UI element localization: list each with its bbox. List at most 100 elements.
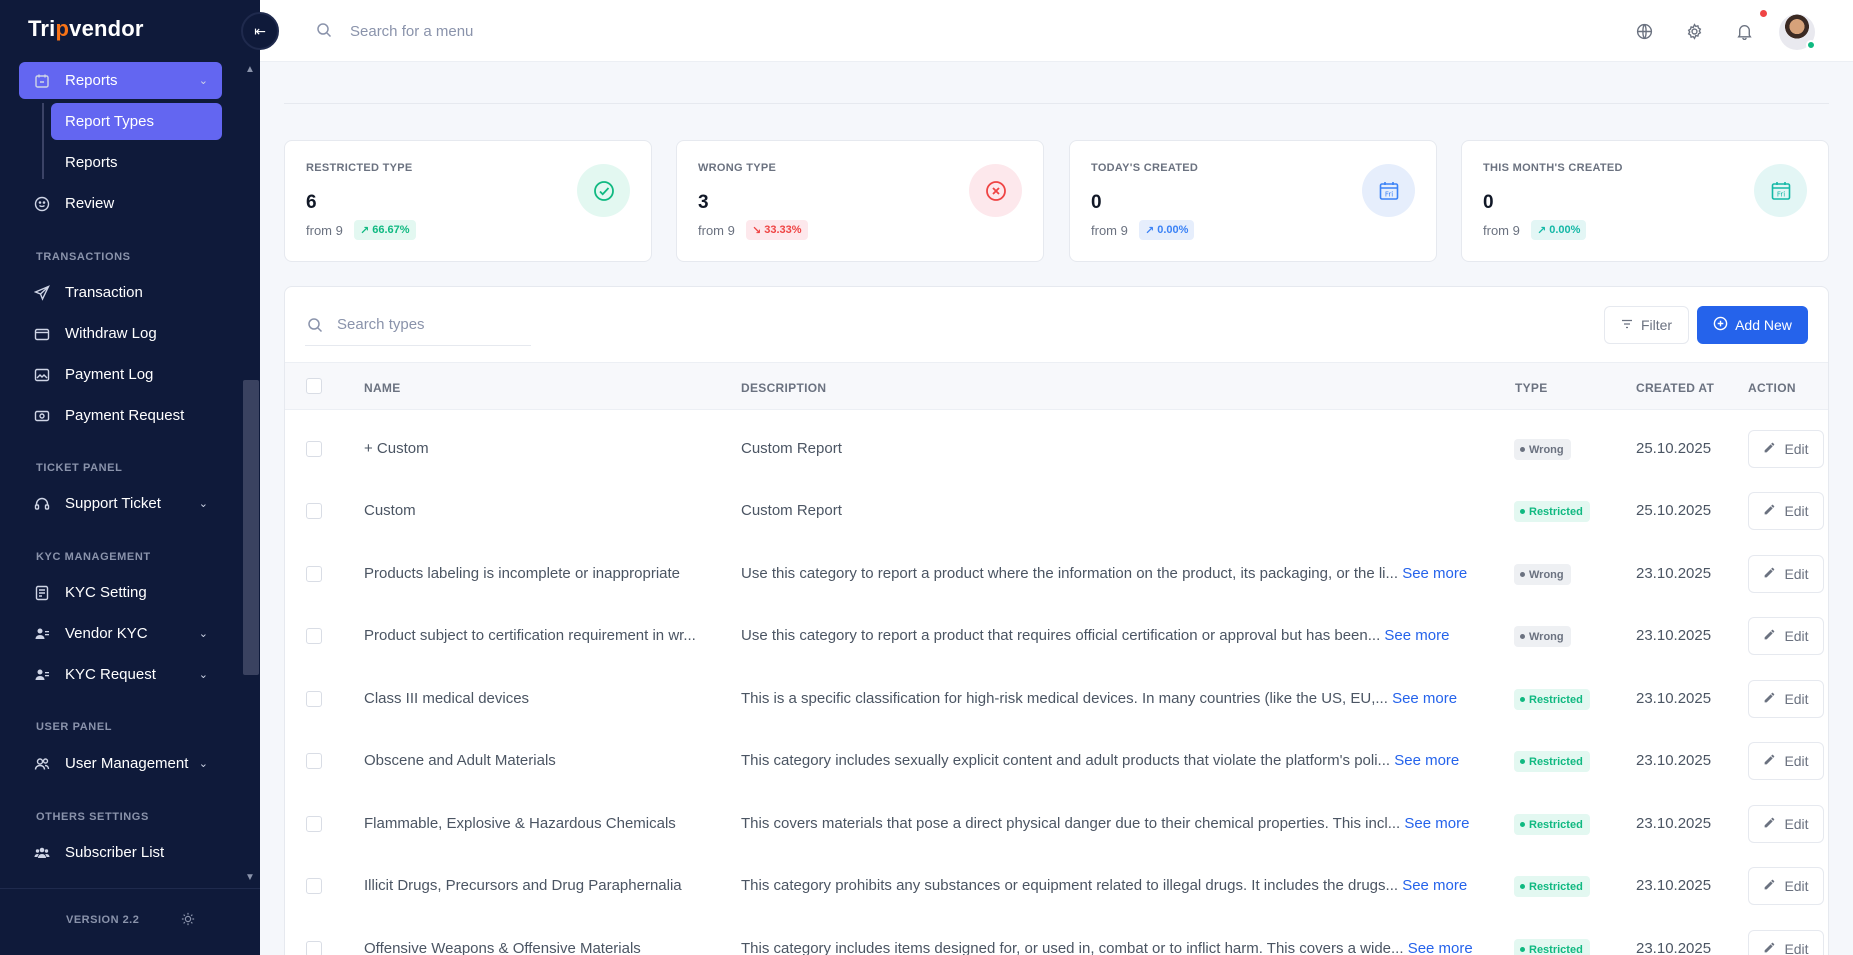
edit-label: Edit xyxy=(1784,816,1809,832)
chevron-down-icon: ⌄ xyxy=(198,75,208,87)
table-row[interactable]: Obscene and Adult Materials This category… xyxy=(285,729,1828,791)
row-created-at: 23.10.2025 xyxy=(1636,690,1712,707)
row-created-at: 23.10.2025 xyxy=(1636,877,1712,894)
sidebar-collapse-button[interactable]: ⇤ xyxy=(241,12,279,50)
row-checkbox[interactable] xyxy=(306,816,322,832)
sidebar-item-reports[interactable]: Reports ⌄ xyxy=(19,62,222,99)
menu-search-input[interactable] xyxy=(350,18,650,44)
row-name: Products labeling is incomplete or inapp… xyxy=(364,565,681,582)
table-row[interactable]: + Custom Custom Report Wrong 25.10.2025 Edit xyxy=(285,417,1828,479)
row-created-at: 23.10.2025 xyxy=(1636,815,1712,832)
stat-percent-badge: ↘ 33.33% xyxy=(746,220,808,240)
headset-icon xyxy=(33,495,51,513)
row-description: Custom Report xyxy=(741,440,1491,457)
row-name: Product subject to certification require… xyxy=(364,627,696,644)
globe-icon[interactable] xyxy=(1633,20,1655,42)
sidebar-item-review[interactable]: Review xyxy=(19,185,222,222)
see-more-link[interactable]: See more xyxy=(1408,940,1473,955)
see-more-link[interactable]: See more xyxy=(1392,690,1457,707)
column-header-type[interactable]: TYPE xyxy=(1515,381,1548,395)
edit-button[interactable]: Edit xyxy=(1748,617,1824,655)
sidebar-item-withdraw-log[interactable]: Withdraw Log xyxy=(19,315,222,352)
see-more-link[interactable]: See more xyxy=(1404,815,1469,832)
sidebar-item-support-ticket[interactable]: Support Ticket ⌄ xyxy=(19,485,222,522)
description-text: This category includes sexually explicit… xyxy=(741,752,1391,769)
row-checkbox[interactable] xyxy=(306,503,322,519)
column-header-name[interactable]: NAME xyxy=(364,381,401,395)
gear-icon[interactable] xyxy=(1683,20,1705,42)
edit-button[interactable]: Edit xyxy=(1748,680,1824,718)
row-checkbox[interactable] xyxy=(306,753,322,769)
sidebar-item-reports-list[interactable]: Reports xyxy=(51,144,222,181)
sidebar-item-kyc-request[interactable]: KYC Request ⌄ xyxy=(19,656,222,693)
edit-button[interactable]: Edit xyxy=(1748,742,1824,780)
row-checkbox[interactable] xyxy=(306,441,322,457)
table-row[interactable]: Product subject to certification require… xyxy=(285,604,1828,666)
see-more-link[interactable]: See more xyxy=(1384,627,1449,644)
table-row[interactable]: Flammable, Explosive & Hazardous Chemica… xyxy=(285,792,1828,854)
see-more-link[interactable]: See more xyxy=(1402,877,1467,894)
sidebar-item-subscriber-list[interactable]: Subscriber List xyxy=(19,834,222,871)
see-more-link[interactable]: See more xyxy=(1394,752,1459,769)
x-circle-icon xyxy=(969,164,1022,217)
row-checkbox[interactable] xyxy=(306,878,322,894)
row-checkbox[interactable] xyxy=(306,941,322,955)
select-all-checkbox[interactable] xyxy=(306,378,322,394)
table-row[interactable]: Products labeling is incomplete or inapp… xyxy=(285,542,1828,604)
edit-button[interactable]: Edit xyxy=(1748,805,1824,843)
stat-percent-badge: ↗ 66.67% xyxy=(354,220,416,240)
sidebar-item-payment-request[interactable]: Payment Request xyxy=(19,397,222,434)
row-checkbox[interactable] xyxy=(306,628,322,644)
chevron-down-icon: ⌄ xyxy=(198,628,208,640)
edit-button[interactable]: Edit xyxy=(1748,555,1824,593)
divider xyxy=(305,345,531,346)
sidebar-item-report-types[interactable]: Report Types xyxy=(51,103,222,140)
table-row[interactable]: Class III medical devices This is a speci… xyxy=(285,667,1828,729)
column-header-created-at[interactable]: CREATED AT xyxy=(1636,381,1714,395)
smile-icon xyxy=(33,195,51,213)
row-name: + Custom xyxy=(364,440,429,457)
edit-label: Edit xyxy=(1784,941,1809,955)
row-checkbox[interactable] xyxy=(306,691,322,707)
users-icon xyxy=(33,666,51,684)
subscribers-icon xyxy=(33,844,51,862)
stat-card-month: THIS MONTH'S CREATED 0 from 9 ↗ 0.00% Fri xyxy=(1461,140,1829,262)
sidebar-item-transaction[interactable]: Transaction xyxy=(19,274,222,311)
stat-from: from 9 xyxy=(1091,223,1128,238)
bell-icon[interactable] xyxy=(1733,20,1755,42)
app-logo[interactable]: Tripvendor xyxy=(28,16,144,42)
sidebar-item-vendor-kyc[interactable]: Vendor KYC ⌄ xyxy=(19,615,222,652)
description-text: Custom Report xyxy=(741,440,842,457)
chevron-down-icon: ⌄ xyxy=(198,669,208,681)
theme-toggle-sun-icon[interactable] xyxy=(181,912,195,929)
scroll-up-icon[interactable]: ▲ xyxy=(244,64,256,76)
type-badge: Restricted xyxy=(1514,689,1590,710)
trend-icon: ↘ xyxy=(752,224,762,237)
pencil-icon xyxy=(1763,691,1776,707)
edit-button[interactable]: Edit xyxy=(1748,930,1824,955)
see-more-link[interactable]: See more xyxy=(1402,565,1467,582)
edit-label: Edit xyxy=(1784,878,1809,894)
type-badge: Restricted xyxy=(1514,814,1590,835)
sidebar-scrollbar-thumb[interactable] xyxy=(243,380,259,675)
edit-label: Edit xyxy=(1784,566,1809,582)
scroll-down-icon[interactable]: ▼ xyxy=(244,872,256,884)
table-row[interactable]: Illicit Drugs, Precursors and Drug Parap… xyxy=(285,854,1828,916)
filter-button[interactable]: Filter xyxy=(1604,306,1689,344)
edit-button[interactable]: Edit xyxy=(1748,867,1824,905)
sidebar-item-kyc-setting[interactable]: KYC Setting xyxy=(19,574,222,611)
sidebar: Tripvendor Reports ⌄ Report Types Report… xyxy=(0,0,260,955)
edit-button[interactable]: Edit xyxy=(1748,430,1824,468)
search-types-input[interactable] xyxy=(337,311,537,337)
row-checkbox[interactable] xyxy=(306,566,322,582)
table-row[interactable]: Custom Custom Report Restricted 25.10.2025 E… xyxy=(285,479,1828,541)
sidebar-item-payment-log[interactable]: Payment Log xyxy=(19,356,222,393)
add-new-button[interactable]: Add New xyxy=(1697,306,1808,344)
check-circle-icon xyxy=(577,164,630,217)
filter-icon xyxy=(1621,317,1633,333)
table-row[interactable]: Offensive Weapons & Offensive Materials T… xyxy=(285,917,1828,955)
column-header-description[interactable]: DESCRIPTION xyxy=(741,381,826,395)
sidebar-item-user-management[interactable]: User Management ⌄ xyxy=(19,745,222,782)
section-kyc-management: KYC MANAGEMENT xyxy=(36,551,151,563)
edit-button[interactable]: Edit xyxy=(1748,492,1824,530)
